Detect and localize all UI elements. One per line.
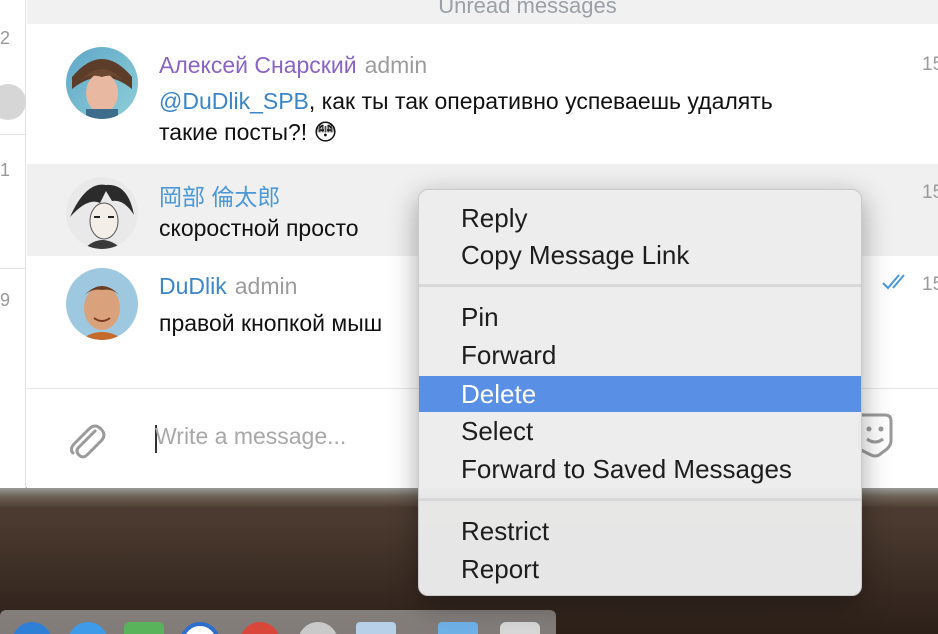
avatar[interactable] — [66, 268, 138, 340]
menu-item-copy-message-link[interactable]: Copy Message Link — [419, 239, 861, 271]
menu-item-report[interactable]: Report — [419, 553, 861, 585]
menu-divider — [419, 498, 861, 501]
message-item[interactable]: Алексей Снарский admin @DuDlik_SPB, как т… — [27, 24, 938, 164]
message-author[interactable]: 岡部 倫太郎 — [159, 178, 280, 212]
author-name[interactable]: Алексей Снарский — [159, 52, 357, 78]
author-name[interactable]: 岡部 倫太郎 — [159, 184, 280, 210]
message-time: 15 — [922, 274, 938, 295]
message-author[interactable]: DuDlik admin — [159, 273, 297, 300]
menu-item-restrict[interactable]: Restrict — [419, 515, 861, 547]
avatar-image — [66, 47, 138, 119]
chat-list-strip[interactable]: 2 1 9 — [0, 0, 26, 488]
message-time: 15 — [922, 182, 938, 203]
context-menu: Reply Copy Message Link Pin Forward Dele… — [418, 189, 862, 596]
menu-item-delete[interactable]: Delete — [419, 376, 861, 412]
menu-item-reply[interactable]: Reply — [419, 202, 861, 234]
chat-list-count: 2 — [0, 28, 11, 48]
menu-item-select[interactable]: Select — [419, 415, 861, 447]
avatar[interactable] — [66, 47, 138, 119]
divider — [0, 134, 26, 135]
mention-link[interactable]: @DuDlik_SPB — [159, 88, 309, 114]
message-text-part: , как ты так оперативно успеваешь удалят… — [308, 88, 773, 114]
avatar-image — [66, 177, 138, 249]
message-text: @DuDlik_SPB, как ты так оперативно успев… — [159, 86, 773, 117]
message-time: 15 — [922, 54, 938, 75]
author-name[interactable]: DuDlik — [159, 273, 227, 299]
unread-messages-bar: Unread messages — [27, 0, 938, 24]
unread-messages-label: Unread messages — [438, 0, 617, 18]
menu-item-forward-to-saved[interactable]: Forward to Saved Messages — [419, 453, 861, 485]
avatar[interactable] — [66, 177, 138, 249]
message-text-line: такие посты?! 😳 — [159, 119, 338, 145]
message-input[interactable]: Write a message... — [155, 423, 346, 450]
divider — [0, 268, 26, 269]
avatar-image — [66, 268, 138, 340]
role-badge: admin — [234, 273, 298, 299]
menu-item-pin[interactable]: Pin — [419, 301, 861, 333]
menu-divider — [419, 284, 861, 287]
menu-item-forward[interactable]: Forward — [419, 339, 861, 371]
trash-icon[interactable] — [500, 622, 540, 634]
message-author[interactable]: Алексей Снарский admin — [159, 52, 427, 79]
double-check-icon — [882, 274, 905, 290]
role-badge: admin — [364, 52, 428, 78]
preview-icon[interactable] — [356, 622, 396, 634]
maps-icon[interactable] — [124, 622, 164, 634]
message-text: скоростной просто — [159, 215, 359, 241]
folder-icon[interactable] — [438, 622, 478, 634]
attach-icon[interactable] — [63, 417, 109, 463]
message-text: правой кнопкой мыш — [159, 310, 383, 336]
chat-list-avatar[interactable] — [0, 84, 26, 120]
chat-list-count: 9 — [0, 290, 11, 310]
chat-list-count: 1 — [0, 160, 11, 180]
